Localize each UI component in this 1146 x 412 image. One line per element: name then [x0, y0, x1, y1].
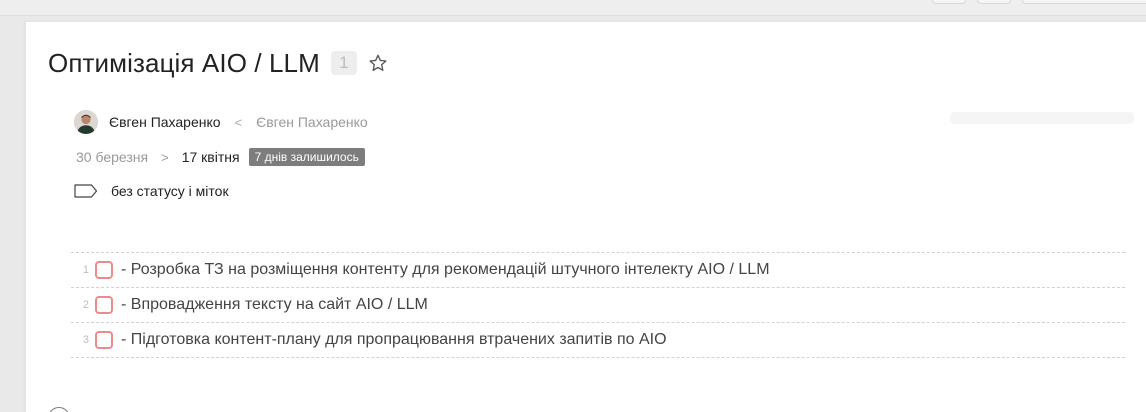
task-card: Оптимізація AIO / LLM 1 Євген Пахаренко …: [25, 21, 1146, 412]
toolbar-button[interactable]: [1022, 0, 1146, 4]
checklist: 1 - Розробка ТЗ на розміщення контенту д…: [71, 252, 1125, 358]
checklist-item: 2 - Впровадження тексту на сайт AIO / LL…: [71, 288, 1125, 323]
date-arrow: >: [161, 149, 169, 165]
start-date[interactable]: 30 березня: [76, 149, 148, 165]
checklist-item: 1 - Розробка ТЗ на розміщення контенту д…: [71, 253, 1125, 288]
item-text[interactable]: - Підготовка контент-плану для пропрацюв…: [121, 331, 667, 349]
assignee-name[interactable]: Євген Пахаренко: [109, 114, 221, 130]
toolbar-button[interactable]: [932, 0, 966, 4]
item-checkbox[interactable]: [95, 296, 113, 314]
item-checkbox[interactable]: [95, 261, 113, 279]
item-text[interactable]: - Розробка ТЗ на розміщення контенту для…: [121, 261, 770, 279]
item-number: 2: [82, 299, 89, 311]
star-icon[interactable]: [367, 52, 389, 74]
checklist-item: 3 - Підготовка контент-плану для пропрац…: [71, 323, 1125, 358]
task-title[interactable]: Оптимізація AIO / LLM: [48, 48, 320, 79]
top-toolbar: [0, 0, 1146, 16]
item-checkbox[interactable]: [95, 331, 113, 349]
avatar[interactable]: [74, 110, 98, 134]
days-left-badge: 7 днів залишилось: [248, 148, 365, 166]
toolbar-button[interactable]: [977, 0, 1011, 4]
people-row: Євген Пахаренко < Євген Пахаренко: [74, 109, 368, 135]
due-date[interactable]: 17 квітня: [182, 149, 240, 165]
author-name[interactable]: Євген Пахаренко: [256, 114, 368, 130]
author-separator: <: [234, 114, 243, 130]
item-text[interactable]: - Впровадження тексту на сайт AIO / LLM: [121, 296, 428, 314]
placeholder-bar: [950, 112, 1134, 124]
status-label: без статусу і міток: [111, 183, 229, 199]
count-badge: 1: [330, 51, 357, 75]
dates-row: 30 березня > 17 квітня 7 днів залишилось: [76, 146, 365, 168]
item-number: 3: [82, 334, 89, 346]
status-selector[interactable]: без статусу і міток: [74, 180, 229, 202]
title-row: Оптимізація AIO / LLM 1: [48, 46, 389, 80]
item-number: 1: [82, 264, 89, 276]
tag-icon: [74, 184, 98, 198]
